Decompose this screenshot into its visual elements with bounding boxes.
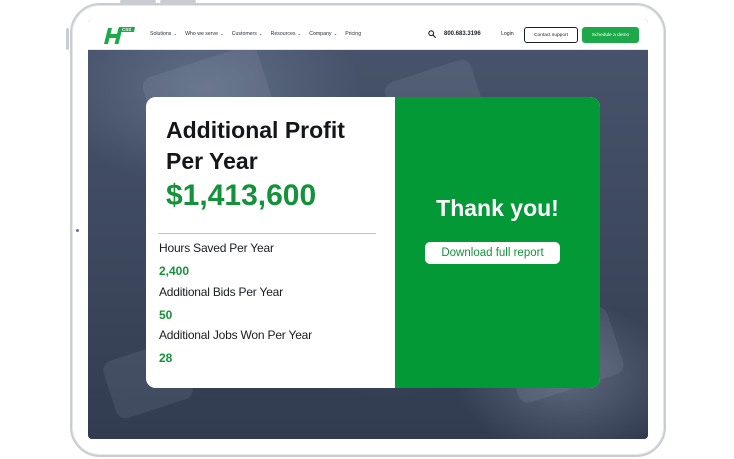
tablet-side-button xyxy=(66,28,69,50)
phone-number-link[interactable]: 800.683.3196 xyxy=(444,31,481,37)
search-icon[interactable] xyxy=(428,30,436,38)
results-panel: Additional Profit Per Year $1,413,600 Ho… xyxy=(146,97,395,388)
camera-dot xyxy=(76,229,79,232)
thank-you-panel: Thank you! Download full report xyxy=(395,97,600,388)
chevron-down-icon: ⌄ xyxy=(258,31,263,36)
profit-value: $1,413,600 xyxy=(166,179,317,212)
menu-item-company[interactable]: Company ⌄ xyxy=(309,31,337,37)
top-navigation: CSS Solutions ⌄ Who we serve ⌄ Customers ⌄ … xyxy=(88,19,648,50)
metric-value-hours-saved: 2,400 xyxy=(159,264,190,278)
chevron-down-icon: ⌄ xyxy=(297,31,302,36)
divider xyxy=(158,233,376,234)
menu-item-who-we-serve[interactable]: Who we serve ⌄ xyxy=(185,31,224,37)
menu-item-pricing[interactable]: Pricing xyxy=(345,31,361,37)
chevron-down-icon: ⌄ xyxy=(220,31,224,36)
menu-item-solutions[interactable]: Solutions ⌄ xyxy=(150,31,177,37)
menu-item-resources[interactable]: Resources ⌄ xyxy=(271,31,302,37)
download-report-button[interactable]: Download full report xyxy=(425,242,560,264)
chevron-down-icon: ⌄ xyxy=(333,31,338,36)
svg-text:CSS: CSS xyxy=(122,27,131,32)
metric-label-jobs-won: Additional Jobs Won Per Year xyxy=(159,328,312,342)
metric-label-additional-bids: Additional Bids Per Year xyxy=(159,285,283,299)
schedule-demo-button[interactable]: Schedule a demo xyxy=(582,27,639,43)
main-menu: Solutions ⌄ Who we serve ⌄ Customers ⌄ Reso… xyxy=(150,31,361,37)
thank-you-heading: Thank you! xyxy=(436,195,559,221)
metric-value-additional-bids: 50 xyxy=(159,308,173,322)
results-card: Additional Profit Per Year $1,413,600 Ho… xyxy=(146,97,600,388)
menu-item-customers[interactable]: Customers ⌄ xyxy=(232,31,263,37)
profit-title: Additional Profit Per Year xyxy=(166,117,345,174)
metric-label-hours-saved: Hours Saved Per Year xyxy=(159,241,274,255)
contact-support-button[interactable]: Contact support xyxy=(524,27,578,43)
tablet-screen: CSS Solutions ⌄ Who we serve ⌄ Customers ⌄ … xyxy=(88,19,648,439)
login-link[interactable]: Login xyxy=(501,31,514,37)
chevron-down-icon: ⌄ xyxy=(173,31,178,36)
metric-value-jobs-won: 28 xyxy=(159,351,173,365)
hcss-logo[interactable]: CSS xyxy=(102,24,136,46)
